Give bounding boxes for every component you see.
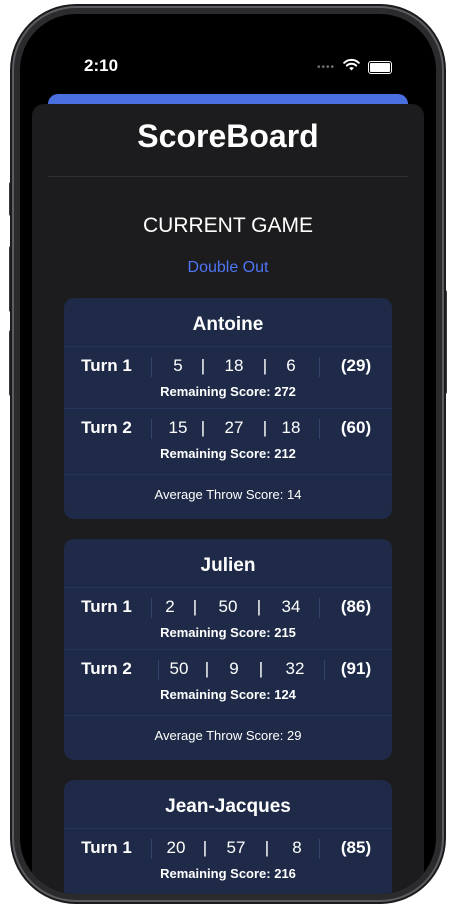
turn-total: (29) bbox=[340, 356, 372, 375]
turn-label: Turn 2 bbox=[81, 418, 132, 437]
column-divider bbox=[151, 839, 152, 859]
column-divider bbox=[319, 839, 320, 859]
column-divider bbox=[151, 357, 152, 377]
row-divider bbox=[64, 649, 392, 650]
status-time: 2:10 bbox=[84, 56, 119, 75]
column-divider bbox=[158, 660, 159, 680]
game-mode-link[interactable]: Double Out bbox=[32, 259, 424, 277]
wifi-icon bbox=[343, 58, 360, 76]
throw-score: 18 bbox=[281, 418, 301, 437]
page-title: ScoreBoard bbox=[137, 118, 319, 154]
throw-score: 5 bbox=[173, 356, 183, 375]
throw-score: 34 bbox=[281, 597, 301, 616]
player-name: Jean-Jacques bbox=[165, 796, 291, 817]
screen: 2:10 •••• ScoreBoard CURRENT GAME Double… bbox=[20, 14, 436, 894]
remaining-score: Remaining Score: 212 bbox=[160, 446, 296, 461]
column-divider bbox=[319, 598, 320, 618]
throw-separator: | bbox=[264, 838, 270, 857]
throw-score: 9 bbox=[229, 659, 239, 678]
title-divider bbox=[48, 176, 408, 177]
row-divider bbox=[64, 346, 392, 347]
row-divider bbox=[64, 408, 392, 409]
throw-separator: | bbox=[192, 597, 198, 616]
turn-total: (60) bbox=[340, 418, 372, 437]
throw-score: 6 bbox=[286, 356, 296, 375]
throw-score: 32 bbox=[285, 659, 305, 678]
remaining-score: Remaining Score: 216 bbox=[160, 866, 296, 881]
player-card: Julien Turn 1 2 | 50 | 34 (86) Remaining… bbox=[64, 539, 392, 760]
throw-separator: | bbox=[200, 356, 206, 375]
battery-icon bbox=[368, 60, 392, 74]
throw-score: 15 bbox=[168, 418, 188, 437]
turn-total: (91) bbox=[340, 659, 372, 678]
column-divider bbox=[319, 419, 320, 439]
turn-label: Turn 1 bbox=[81, 356, 132, 375]
throw-separator: | bbox=[202, 838, 208, 857]
status-indicators: •••• bbox=[317, 58, 392, 76]
throw-separator: | bbox=[200, 418, 206, 437]
throw-score: 8 bbox=[292, 838, 302, 857]
turn-total: (86) bbox=[340, 597, 372, 616]
throw-separator: | bbox=[262, 356, 268, 375]
throw-score: 2 bbox=[165, 597, 175, 616]
row-divider bbox=[64, 474, 392, 475]
turn-label: Turn 2 bbox=[81, 659, 132, 678]
throw-score: 50 bbox=[169, 659, 189, 678]
remaining-score: Remaining Score: 124 bbox=[160, 687, 296, 702]
player-name: Julien bbox=[200, 555, 256, 576]
throw-separator: | bbox=[258, 659, 264, 678]
column-divider bbox=[151, 598, 152, 618]
average-throw-score: Average Throw Score: 14 bbox=[154, 487, 302, 502]
player-card: Jean-Jacques Turn 1 20 | 57 | 8 (85) Rem… bbox=[64, 780, 392, 894]
dynamic-island bbox=[168, 46, 288, 82]
row-divider bbox=[64, 828, 392, 829]
scoreboard-sheet: ScoreBoard CURRENT GAME Double Out Antoi… bbox=[32, 104, 424, 894]
throw-score: 50 bbox=[218, 597, 238, 616]
player-card: Antoine Turn 1 5 | 18 | 6 (29) Remaining… bbox=[64, 298, 392, 519]
turn-total: (85) bbox=[340, 838, 372, 857]
column-divider bbox=[319, 357, 320, 377]
turn-label: Turn 1 bbox=[81, 597, 132, 616]
section-title: CURRENT GAME bbox=[143, 214, 313, 237]
throw-score: 18 bbox=[224, 356, 244, 375]
phone-frame: 2:10 •••• ScoreBoard CURRENT GAME Double… bbox=[14, 8, 442, 900]
side-button-power bbox=[442, 290, 447, 394]
throw-score: 27 bbox=[224, 418, 244, 437]
average-throw-score: Average Throw Score: 29 bbox=[154, 728, 302, 743]
remaining-score: Remaining Score: 215 bbox=[160, 625, 296, 640]
cellular-signal-icon: •••• bbox=[316, 61, 335, 73]
row-divider bbox=[64, 715, 392, 716]
player-name: Antoine bbox=[192, 314, 264, 335]
throw-score: 57 bbox=[226, 838, 246, 857]
column-divider bbox=[151, 419, 152, 439]
throw-score: 20 bbox=[166, 838, 186, 857]
remaining-score: Remaining Score: 272 bbox=[160, 384, 296, 399]
throw-separator: | bbox=[256, 597, 262, 616]
turn-label: Turn 1 bbox=[81, 838, 132, 857]
throw-separator: | bbox=[262, 418, 268, 437]
throw-separator: | bbox=[204, 659, 210, 678]
row-divider bbox=[64, 587, 392, 588]
